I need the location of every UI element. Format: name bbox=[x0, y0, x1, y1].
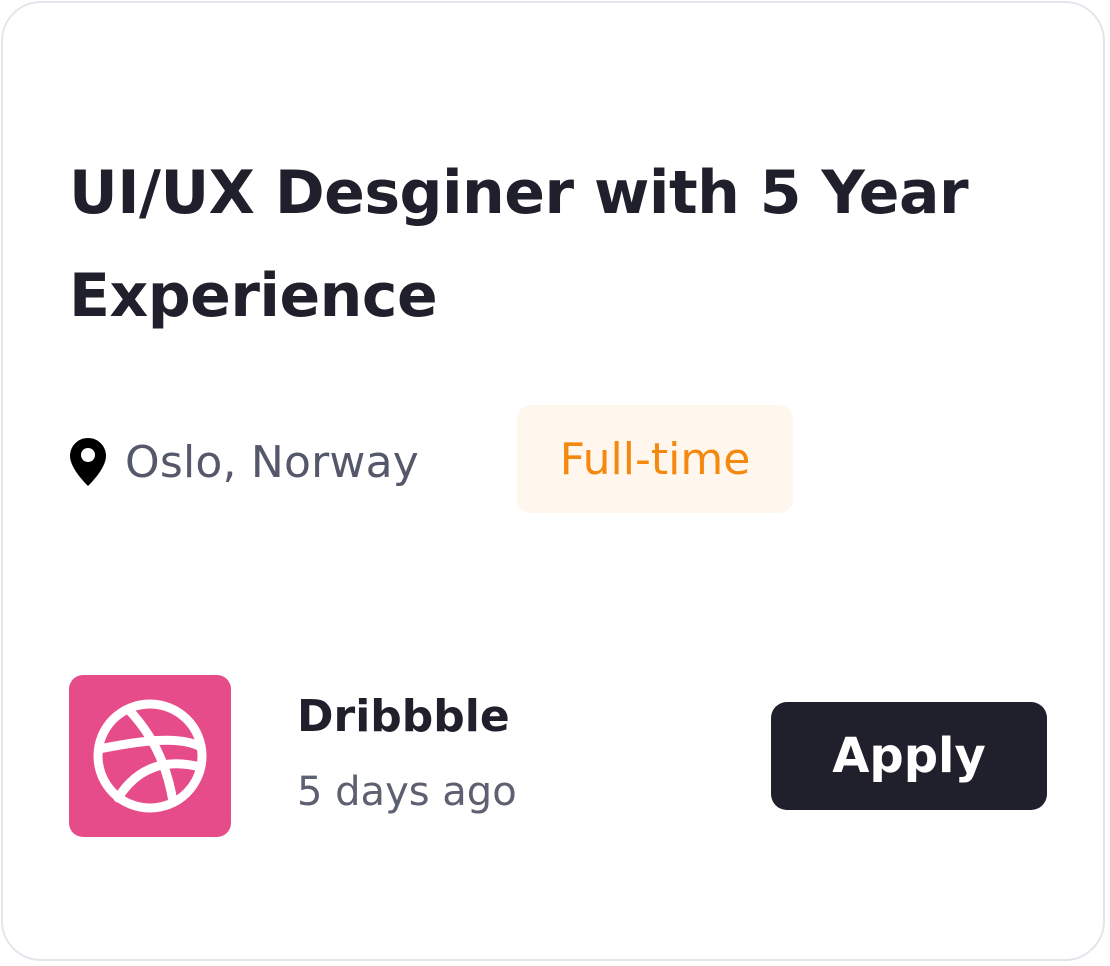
location-label: Oslo, Norway bbox=[125, 436, 419, 488]
apply-button[interactable]: Apply bbox=[771, 702, 1047, 810]
company-logo bbox=[69, 675, 231, 837]
map-pin-icon bbox=[69, 437, 107, 487]
job-location: Oslo, Norway bbox=[69, 429, 419, 495]
dribbble-icon bbox=[93, 699, 207, 813]
employment-type-label: Full-time bbox=[559, 433, 751, 485]
employment-type-badge: Full-time bbox=[517, 405, 793, 513]
company-name: Dribbble bbox=[297, 691, 510, 742]
job-card: UI/UX Desginer with 5 Year Experience Os… bbox=[1, 1, 1105, 961]
job-title: UI/UX Desginer with 5 Year Experience bbox=[69, 158, 969, 331]
posted-time: 5 days ago bbox=[297, 769, 517, 815]
